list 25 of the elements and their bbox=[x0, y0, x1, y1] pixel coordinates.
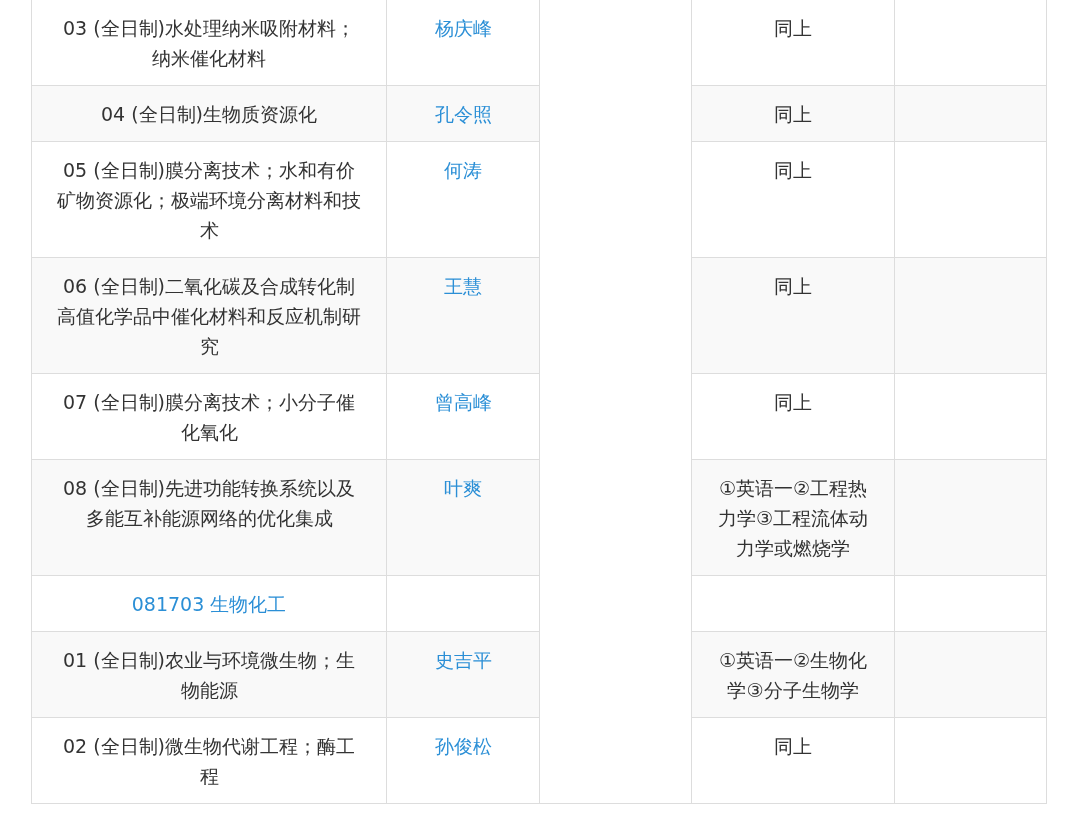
direction-cell: 05 (全日制)膜分离技术；水和有价矿物资源化；极端环境分离材料和技术 bbox=[31, 141, 387, 258]
exam-subjects-cell: 同上 bbox=[691, 141, 895, 258]
exam-subjects-cell: 同上 bbox=[691, 0, 895, 86]
supervisor-link[interactable]: 孔令照 bbox=[434, 103, 492, 125]
exam-subjects-cell: 同上 bbox=[691, 717, 895, 804]
direction-cell: 04 (全日制)生物质资源化 bbox=[31, 85, 387, 142]
major-link[interactable]: 081703 生物化工 bbox=[131, 593, 287, 615]
exam-subjects-cell: ①英语一②工程热力学③工程流体动力学或燃烧学 bbox=[691, 459, 895, 576]
supervisor-link[interactable]: 孙俊松 bbox=[434, 735, 492, 757]
direction-cell: 08 (全日制)先进功能转换系统以及多能互补能源网络的优化集成 bbox=[31, 459, 387, 576]
supervisor-link[interactable]: 曾高峰 bbox=[434, 391, 492, 413]
supervisor-link[interactable]: 王慧 bbox=[444, 275, 482, 297]
direction-cell: 03 (全日制)水处理纳米吸附材料；纳米催化材料 bbox=[31, 0, 387, 86]
direction-cell: 06 (全日制)二氧化碳及合成转化制高值化学品中催化材料和反应机制研究 bbox=[31, 257, 387, 374]
direction-cell: 02 (全日制)微生物代谢工程；酶工程 bbox=[31, 717, 387, 804]
exam-subjects-cell: 同上 bbox=[691, 257, 895, 374]
supervisor-link[interactable]: 何涛 bbox=[444, 159, 482, 181]
supervisor-link[interactable]: 叶爽 bbox=[444, 477, 482, 499]
direction-cell: 01 (全日制)农业与环境微生物；生物能源 bbox=[31, 631, 387, 718]
exam-subjects-cell: ①英语一②生物化学③分子生物学 bbox=[691, 631, 895, 718]
exam-subjects-cell: 同上 bbox=[691, 85, 895, 142]
supervisor-link[interactable]: 史吉平 bbox=[434, 649, 492, 671]
supervisor-link[interactable]: 杨庆峰 bbox=[434, 17, 492, 39]
direction-cell: 07 (全日制)膜分离技术；小分子催化氧化 bbox=[31, 373, 387, 460]
exam-subjects-cell: 同上 bbox=[691, 373, 895, 460]
